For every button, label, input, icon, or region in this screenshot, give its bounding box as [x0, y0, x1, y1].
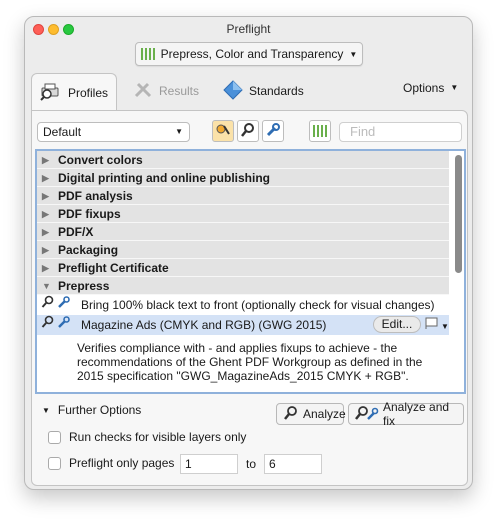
page-range-label: Preflight only pages — [69, 456, 175, 470]
printer-magnifier-icon — [40, 81, 62, 104]
tab-results[interactable]: Results — [125, 73, 207, 109]
category-label: Prepress — [58, 278, 110, 293]
wrench-icon — [265, 122, 281, 141]
tab-standards-label: Standards — [249, 84, 304, 98]
further-options-toggle[interactable]: ▼ Further Options — [42, 403, 141, 417]
analyze-and-fix-label: Analyze and fix — [383, 400, 450, 428]
filter-icon — [215, 122, 231, 141]
magnifier-wrench-icon — [355, 405, 379, 424]
window-titlebar: Preflight — [25, 17, 472, 41]
green-bars-icon — [140, 48, 155, 60]
profile-flag-menu[interactable]: ▼ — [425, 317, 449, 337]
profile-set-dropdown[interactable]: Prepress, Color and Transparency ▼ — [135, 42, 363, 66]
profile-row-icons — [41, 315, 77, 335]
profile-row-selected[interactable]: Magazine Ads (CMYK and RGB) (GWG 2015) E… — [37, 315, 449, 335]
page-range-to-label: to — [246, 457, 257, 471]
magnifier-icon — [283, 405, 299, 424]
analyze-and-fix-button[interactable]: Analyze and fix — [348, 400, 464, 428]
category-label: Preflight Certificate — [58, 260, 169, 275]
library-label: Default — [43, 125, 82, 139]
disclosure-triangle-icon[interactable]: ▶ — [42, 205, 50, 223]
library-dropdown[interactable]: Default ▼ — [37, 122, 190, 142]
category-row[interactable]: ▶ Convert colors — [37, 151, 449, 169]
disclosure-triangle-icon[interactable]: ▶ — [42, 241, 50, 259]
chevron-down-icon: ▼ — [441, 322, 449, 331]
zoom-window-button[interactable] — [63, 24, 74, 35]
tab-bar: Profiles Results Standards Options ▼ — [25, 73, 472, 113]
options-label: Options — [403, 81, 445, 95]
profile-row-icons — [41, 295, 77, 315]
category-label: PDF analysis — [58, 188, 133, 203]
category-row[interactable]: ▶ Preflight Certificate — [37, 259, 449, 277]
category-row[interactable]: ▶ PDF/X — [37, 223, 449, 241]
page-range-option[interactable]: Preflight only pages — [48, 456, 174, 470]
disclosure-triangle-icon[interactable]: ▶ — [42, 259, 50, 277]
preflight-window: Preflight Prepress, Color and Transparen… — [24, 16, 473, 490]
profile-row[interactable]: Bring 100% black text to front (optional… — [37, 295, 449, 315]
disclosure-triangle-icon[interactable]: ▶ — [42, 223, 50, 241]
diamond-icon — [223, 79, 243, 103]
list-scrollbar[interactable] — [455, 155, 462, 273]
profile-label: Bring 100% black text to front (optional… — [81, 298, 435, 312]
find-placeholder: Find — [350, 124, 376, 139]
disclosure-triangle-icon[interactable]: ▶ — [42, 169, 50, 187]
options-menu[interactable]: Options ▼ — [403, 81, 458, 95]
edit-profile-button[interactable]: Edit... — [373, 316, 421, 333]
disclosure-triangle-open-icon[interactable]: ▼ — [42, 277, 51, 295]
show-checks-button[interactable] — [237, 120, 259, 142]
tab-standards[interactable]: Standards — [215, 73, 312, 109]
from-page-input[interactable]: 1 — [180, 454, 238, 474]
category-row-expanded[interactable]: ▼ Prepress — [37, 277, 449, 295]
category-label: PDF fixups — [58, 206, 121, 221]
to-page-input[interactable]: 6 — [264, 454, 322, 474]
disclosure-triangle-icon[interactable]: ▶ — [42, 151, 50, 169]
wrench-icon — [57, 295, 71, 315]
chevron-down-icon: ▼ — [450, 83, 459, 92]
flag-icon — [425, 317, 439, 337]
profile-description: Verifies compliance with - and applies f… — [37, 335, 449, 387]
visible-layers-option[interactable]: Run checks for visible layers only — [48, 430, 246, 444]
page-range-checkbox[interactable] — [48, 456, 61, 470]
disclosure-triangle-open-icon: ▼ — [42, 405, 50, 415]
wrench-cross-icon — [133, 81, 153, 102]
minimize-window-button[interactable] — [48, 24, 59, 35]
magnifier-icon — [41, 295, 55, 315]
green-bars-icon — [313, 125, 327, 137]
category-row[interactable]: ▶ PDF analysis — [37, 187, 449, 205]
profiles-toolbar: Default ▼ Find — [32, 111, 467, 151]
magnifier-icon — [41, 315, 55, 335]
profiles-panel: Default ▼ Find ▶ Convert colors ▶ Digita… — [31, 110, 468, 486]
disclosure-triangle-icon[interactable]: ▶ — [42, 187, 50, 205]
visible-layers-checkbox[interactable] — [48, 430, 61, 444]
profile-filter-button[interactable] — [212, 120, 234, 142]
chevron-down-icon: ▼ — [349, 49, 358, 59]
category-label: Convert colors — [58, 152, 143, 167]
profile-label: Magazine Ads (CMYK and RGB) (GWG 2015) — [81, 318, 327, 332]
category-label: Packaging — [58, 242, 119, 257]
magnifier-icon — [240, 122, 256, 141]
profiles-list[interactable]: ▶ Convert colors ▶ Digital printing and … — [35, 149, 466, 394]
tab-results-label: Results — [159, 84, 200, 98]
window-title: Preflight — [226, 22, 271, 36]
category-label: Digital printing and online publishing — [58, 170, 270, 185]
category-label: PDF/X — [58, 224, 94, 239]
further-options-label: Further Options — [57, 403, 142, 417]
find-input[interactable]: Find — [339, 122, 462, 142]
category-row[interactable]: ▶ PDF fixups — [37, 205, 449, 223]
green-bars-button[interactable] — [309, 120, 331, 142]
show-fixups-button[interactable] — [262, 120, 284, 142]
profile-set-label: Prepress, Color and Transparency — [160, 47, 344, 61]
analyze-button[interactable]: Analyze — [276, 403, 346, 425]
visible-layers-label: Run checks for visible layers only — [69, 430, 247, 444]
wrench-icon — [57, 315, 71, 335]
analyze-label: Analyze — [303, 407, 346, 421]
tab-profiles-label: Profiles — [68, 85, 109, 100]
category-row[interactable]: ▶ Digital printing and online publishing — [37, 169, 449, 187]
tab-profiles[interactable]: Profiles — [31, 73, 117, 111]
category-row[interactable]: ▶ Packaging — [37, 241, 449, 259]
close-window-button[interactable] — [33, 24, 44, 35]
chevron-down-icon: ▼ — [175, 127, 183, 136]
